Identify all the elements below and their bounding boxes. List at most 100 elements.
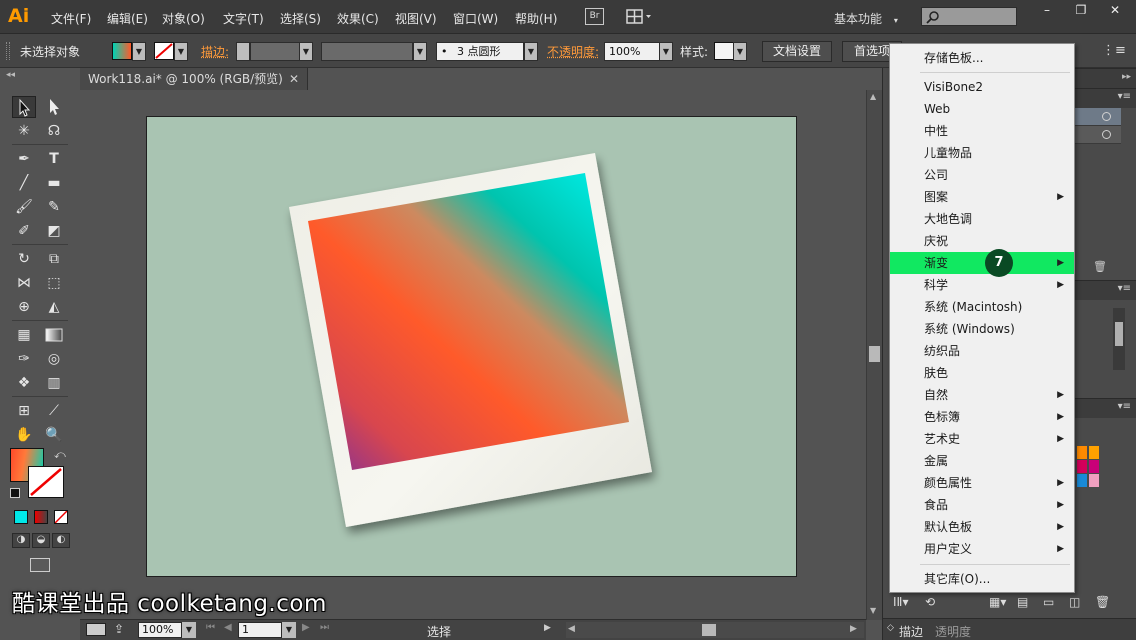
column-graph-tool-icon[interactable]: ▥: [42, 372, 66, 394]
toolbar-collapse-handle[interactable]: ◂◂: [6, 70, 66, 82]
mesh-tool-icon[interactable]: ▦: [12, 324, 36, 346]
color-mode-icon[interactable]: [14, 510, 28, 524]
scroll-left-icon[interactable]: ◀: [568, 624, 575, 634]
lasso-tool-icon[interactable]: ☊: [42, 120, 66, 142]
target-circle-icon[interactable]: [1102, 130, 1111, 139]
stroke-weight-dropdown-arrow[interactable]: ▼: [299, 42, 313, 61]
menu-select[interactable]: 选择(S): [280, 10, 321, 27]
draw-normal-icon[interactable]: ◑: [12, 533, 30, 548]
zoom-level-field[interactable]: 100%: [138, 622, 182, 638]
artboard-tool-icon[interactable]: ⊞: [12, 400, 36, 422]
panel-list-row[interactable]: [1075, 108, 1121, 126]
gpu-status-icon[interactable]: [86, 623, 106, 636]
swatch-amber[interactable]: [1089, 446, 1099, 459]
show-kind-icon[interactable]: ▦▾: [989, 595, 1006, 609]
paintbrush-tool-icon[interactable]: 🖌: [12, 196, 36, 218]
grip-handle-icon[interactable]: [6, 42, 10, 60]
stroke-weight-stepper[interactable]: [236, 42, 250, 61]
gradient-photo[interactable]: [308, 173, 629, 470]
type-tool-icon[interactable]: T: [42, 148, 66, 170]
menu-edit[interactable]: 编辑(E): [107, 10, 148, 27]
scroll-right-icon[interactable]: ▶: [850, 624, 857, 634]
delete-swatch-icon[interactable]: 🗑: [1095, 595, 1110, 609]
menu-view[interactable]: 视图(V): [395, 10, 437, 27]
export-icon[interactable]: ⇪: [114, 622, 124, 636]
rotate-tool-icon[interactable]: ↻: [12, 248, 36, 270]
menu-item-18[interactable]: 金属: [890, 450, 1074, 472]
menu-item-17[interactable]: 艺术史 ▶: [890, 428, 1074, 450]
pen-tool-icon[interactable]: ✒: [12, 148, 36, 170]
swatch-pink[interactable]: [1089, 460, 1099, 473]
first-artboard-icon[interactable]: ⏮: [206, 622, 215, 633]
swatch-light-pink[interactable]: [1089, 474, 1099, 487]
panel-options-icon[interactable]: ▾≡: [1118, 91, 1131, 102]
arrange-documents-button[interactable]: [626, 9, 652, 25]
menu-item-3[interactable]: 中性: [890, 120, 1074, 142]
variable-width-arrow[interactable]: ▼: [413, 42, 427, 61]
menu-item-16[interactable]: 色标簿 ▶: [890, 406, 1074, 428]
panel-scroll-thumb[interactable]: [1115, 322, 1123, 346]
horizontal-scrollbar[interactable]: ◀ ▶: [566, 622, 864, 638]
hand-tool-icon[interactable]: ✋: [12, 424, 36, 446]
swatch-options-icon[interactable]: ▤: [1017, 595, 1028, 609]
free-transform-tool-icon[interactable]: ⬚: [42, 272, 66, 294]
default-fill-stroke-icon[interactable]: [10, 488, 20, 498]
swatch-orange[interactable]: [1077, 446, 1087, 459]
selection-tool-icon[interactable]: [12, 96, 36, 118]
blend-tool-icon[interactable]: ◎: [42, 348, 66, 370]
last-artboard-icon[interactable]: ⏭: [320, 622, 329, 633]
vertical-scroll-thumb[interactable]: [869, 346, 880, 362]
panel-menu-icon[interactable]: ⋮≡: [1102, 43, 1126, 58]
menu-item-19[interactable]: 颜色属性 ▶: [890, 472, 1074, 494]
scroll-down-icon[interactable]: ▼: [870, 606, 876, 615]
shape-builder-tool-icon[interactable]: ⊕: [12, 296, 36, 318]
line-segment-tool-icon[interactable]: ╱: [12, 172, 36, 194]
help-search-input[interactable]: [921, 7, 1017, 26]
polaroid-artwork[interactable]: [147, 117, 797, 577]
zoom-dropdown-arrow[interactable]: ▼: [182, 622, 196, 638]
artboard[interactable]: [146, 116, 797, 577]
menu-item-1[interactable]: VisiBone2: [890, 76, 1074, 98]
menu-item-0[interactable]: 存储色板...: [890, 47, 1074, 69]
document-tab[interactable]: Work118.ai* @ 100% (RGB/预览) ✕: [80, 68, 308, 90]
scale-tool-icon[interactable]: ⧉: [42, 248, 66, 270]
tab-transparency[interactable]: 透明度: [935, 623, 971, 640]
panel-header[interactable]: ▾≡: [1075, 280, 1136, 300]
vertical-scrollbar[interactable]: ▲ ▼: [866, 90, 882, 620]
menu-item-7[interactable]: 大地色调: [890, 208, 1074, 230]
panel-collapse-strip[interactable]: ▸▸: [1075, 68, 1136, 88]
magic-wand-tool-icon[interactable]: ✳: [12, 120, 36, 142]
tab-stroke[interactable]: 描边: [899, 623, 923, 640]
menu-item-11[interactable]: 系统 (Macintosh): [890, 296, 1074, 318]
gradient-mode-icon[interactable]: [34, 510, 48, 524]
stroke-swatch[interactable]: [154, 42, 174, 60]
style-dropdown-arrow[interactable]: ▼: [733, 42, 747, 61]
status-menu-arrow[interactable]: ▶: [544, 623, 551, 633]
fill-swatch[interactable]: [112, 42, 132, 60]
perspective-grid-tool-icon[interactable]: ◭: [42, 296, 66, 318]
direct-selection-tool-icon[interactable]: [42, 96, 66, 118]
panel-list-scrollbar[interactable]: [1113, 308, 1125, 370]
menu-item-10[interactable]: 科学 ▶: [890, 274, 1074, 296]
draw-inside-icon[interactable]: ◐: [52, 533, 70, 548]
menu-item-13[interactable]: 纺织品: [890, 340, 1074, 362]
document-setup-button[interactable]: 文档设置: [762, 41, 832, 62]
opacity-field[interactable]: 100%: [604, 42, 660, 61]
menu-object[interactable]: 对象(O): [162, 10, 205, 27]
panel-options-icon[interactable]: ▾≡: [1118, 401, 1131, 412]
workspace-switcher[interactable]: 基本功能 ▾: [834, 10, 898, 27]
target-circle-icon[interactable]: [1102, 112, 1111, 121]
menu-item-4[interactable]: 儿童物品: [890, 142, 1074, 164]
none-mode-icon[interactable]: [54, 510, 68, 524]
slice-tool-icon[interactable]: ⟋: [42, 400, 66, 422]
menu-item-22[interactable]: 用户定义 ▶: [890, 538, 1074, 560]
menu-item-14[interactable]: 肤色: [890, 362, 1074, 384]
artboard-dropdown-arrow[interactable]: ▼: [282, 622, 296, 638]
delete-icon[interactable]: 🗑: [1093, 260, 1107, 273]
menu-item-5[interactable]: 公司: [890, 164, 1074, 186]
swatch-magenta[interactable]: [1077, 460, 1087, 473]
menu-help[interactable]: 帮助(H): [515, 10, 557, 27]
menu-type[interactable]: 文字(T): [223, 10, 264, 27]
menu-effect[interactable]: 效果(C): [337, 10, 379, 27]
horizontal-scroll-thumb[interactable]: [702, 624, 716, 636]
